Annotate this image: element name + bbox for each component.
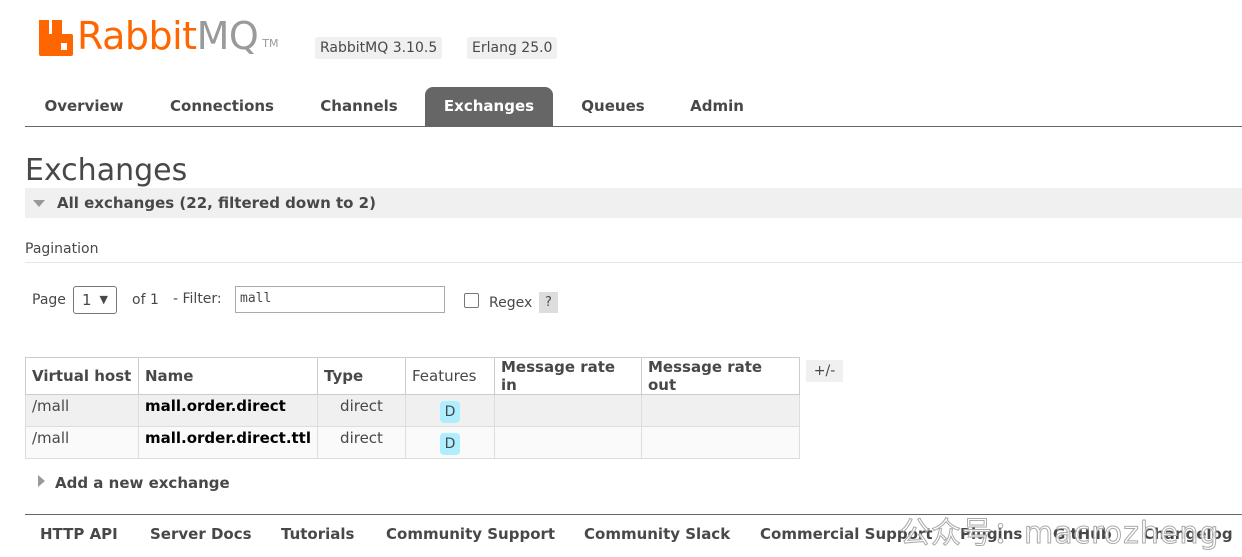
filter-label: - Filter: [173,291,222,307]
tab-exchanges[interactable]: Exchanges [425,87,553,126]
regex-checkbox[interactable] [464,293,479,308]
section-label: All exchanges (22, filtered down to 2) [57,194,376,212]
exchange-name-link[interactable]: mall.order.direct [138,394,318,427]
add-new-exchange-label: Add a new exchange [55,474,230,492]
column-header-rate-out[interactable]: Message rate out [641,357,800,395]
cell-rate-in [494,394,642,427]
column-header-features: Features [405,357,495,395]
footer-link-http-api[interactable]: HTTP API [40,525,118,543]
cell-features: D [405,394,495,427]
cell-rate-out [641,426,800,459]
table-row: /mall mall.order.direct direct D [25,394,800,427]
help-icon[interactable]: ? [539,292,558,313]
filter-input[interactable]: mall [235,286,445,313]
chevron-down-icon: ▼ [99,293,108,306]
tab-queues[interactable]: Queues [568,87,658,126]
table-row: /mall mall.order.direct.ttl direct D [25,426,800,459]
page-select-value: 1 [82,291,92,309]
column-header-name[interactable]: Name [138,357,318,395]
cell-vhost: /mall [25,394,139,427]
main-nav-tabs: Overview Connections Channels Exchanges … [25,87,1242,127]
tab-overview[interactable]: Overview [31,87,137,126]
add-new-exchange-toggle[interactable]: Add a new exchange [38,474,230,492]
tab-channels[interactable]: Channels [308,87,410,126]
column-header-virtual-host[interactable]: Virtual host [25,357,139,395]
footer-link-community-support[interactable]: Community Support [386,525,555,543]
logo-trademark: TM [262,37,279,50]
rabbitmq-version-badge: RabbitMQ 3.10.5 [315,37,443,59]
tab-admin[interactable]: Admin [677,87,757,126]
cell-type: direct [317,426,406,459]
column-header-rate-in[interactable]: Message rate in [494,357,642,395]
regex-label: Regex [489,295,533,311]
collapse-triangle-icon [33,200,45,207]
page-of-label: of 1 [132,292,159,308]
footer-link-tutorials[interactable]: Tutorials [281,525,354,543]
exchanges-table: Virtual host Name Type Features Message … [25,357,800,459]
footer-link-community-slack[interactable]: Community Slack [584,525,730,543]
page-select[interactable]: 1 ▼ [73,286,117,314]
cell-type: direct [317,394,406,427]
durable-badge: D [440,401,460,423]
all-exchanges-section-toggle[interactable]: All exchanges (22, filtered down to 2) [25,188,1242,218]
page-title: Exchanges [25,153,188,188]
cell-rate-out [641,394,800,427]
cell-rate-in [494,426,642,459]
rabbitmq-logo[interactable]: RabbitMQ TM [39,14,278,56]
rabbit-logo-icon [39,20,73,56]
divider [25,262,1242,263]
logo-text-mq: MQ [196,14,259,58]
expand-triangle-icon [38,475,45,487]
erlang-version-badge: Erlang 25.0 [467,37,558,59]
cell-features: D [405,426,495,459]
column-header-type[interactable]: Type [317,357,406,395]
watermark-text: 公众号：macrozheng [899,516,1220,552]
footer-link-server-docs[interactable]: Server Docs [150,525,252,543]
cell-vhost: /mall [25,426,139,459]
logo-text-rabbit: Rabbit [77,14,197,58]
exchange-name-link[interactable]: mall.order.direct.ttl [138,426,318,459]
durable-badge: D [440,433,460,455]
column-toggle-button[interactable]: +/- [806,360,843,382]
page-label: Page [32,292,66,308]
pagination-label: Pagination [25,241,99,257]
tab-connections[interactable]: Connections [158,87,286,126]
